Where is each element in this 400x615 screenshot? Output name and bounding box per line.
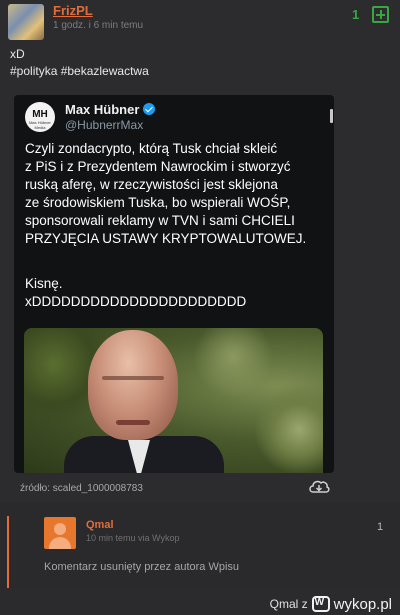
- watermark-user: Qmal z: [269, 597, 308, 611]
- tweet-text-line: ruską aferę, w rzeczywistości jest sklej…: [25, 177, 278, 192]
- wykop-watermark: Qmal z wykop.pl: [270, 595, 392, 613]
- tweet-author-handle: @HubnerrMax: [65, 118, 144, 132]
- author-avatar[interactable]: [8, 4, 44, 40]
- tweet-scrollbar: [330, 109, 333, 123]
- entry-text: xD: [10, 47, 25, 61]
- comment-deleted-text: Komentarz usunięty przez autora Wpisu: [44, 561, 240, 573]
- tweet-avatar-text: MH: [32, 109, 48, 120]
- tweet-photo: [24, 328, 323, 473]
- comment-vote-count: 1: [377, 521, 384, 533]
- tweet-avatar: MH Max Hübner Media: [25, 102, 55, 132]
- image-source-label: źródło: scaled_1000008783: [20, 483, 143, 494]
- tweet-text-line: sponsorowali reklamy w TVN i sami CHCIEL…: [25, 213, 295, 228]
- comment-timestamp[interactable]: 10 min temu via Wykop: [86, 533, 179, 543]
- default-avatar-icon: [54, 523, 66, 535]
- vote-count: 1: [352, 7, 360, 22]
- photo-mouth: [116, 420, 150, 425]
- tweet-text-line: PRZYJĘCIA USTAWY KRYPTOWALUTOWEJ.: [25, 231, 307, 246]
- comment-avatar[interactable]: [44, 517, 76, 549]
- comment-author[interactable]: Qmal: [86, 519, 114, 531]
- tweet-avatar-subtext: Max Hübner Media: [29, 120, 51, 130]
- tweet-text-line: Czyli zondacrypto, którą Tusk chciał skl…: [25, 141, 278, 156]
- watermark-brand: wykop.pl: [333, 595, 392, 613]
- wykop-logo-icon: [311, 596, 330, 612]
- tweet-text-line: z PiS i z Prezydentem Nawrockim i stworz…: [25, 159, 291, 174]
- verified-badge-icon: [143, 103, 155, 115]
- photo-brow: [102, 376, 164, 380]
- tweet-text: Czyli zondacrypto, którą Tusk chciał skl…: [25, 140, 330, 248]
- tweet-text-line: ze środowiskiem Tuska, bo wspierali WOŚP…: [25, 195, 291, 210]
- cloud-download-icon[interactable]: [308, 479, 330, 494]
- comment-item: Qmal 10 min temu via Wykop 1 Komentarz u…: [0, 503, 400, 588]
- comment-thread-line: [7, 516, 9, 588]
- entry-timestamp[interactable]: 1 godz. i 6 min temu: [53, 20, 143, 31]
- author-name[interactable]: FrizPL: [53, 3, 93, 18]
- tweet-author-name: Max Hübner: [65, 102, 140, 117]
- tweet-text-xd: xDDDDDDDDDDDDDDDDDDDDDD: [25, 294, 247, 309]
- entry-tags[interactable]: #polityka #bekazlewactwa: [10, 64, 149, 78]
- default-avatar-body: [49, 537, 71, 549]
- embedded-tweet-image[interactable]: MH Max Hübner Media Max Hübner @HubnerrM…: [14, 95, 334, 473]
- upvote-plus-icon[interactable]: [372, 6, 389, 23]
- entry-card: FrizPL 1 godz. i 6 min temu 1 xD #polity…: [0, 0, 400, 503]
- tweet-text-kisne: Kisnę.: [25, 276, 63, 291]
